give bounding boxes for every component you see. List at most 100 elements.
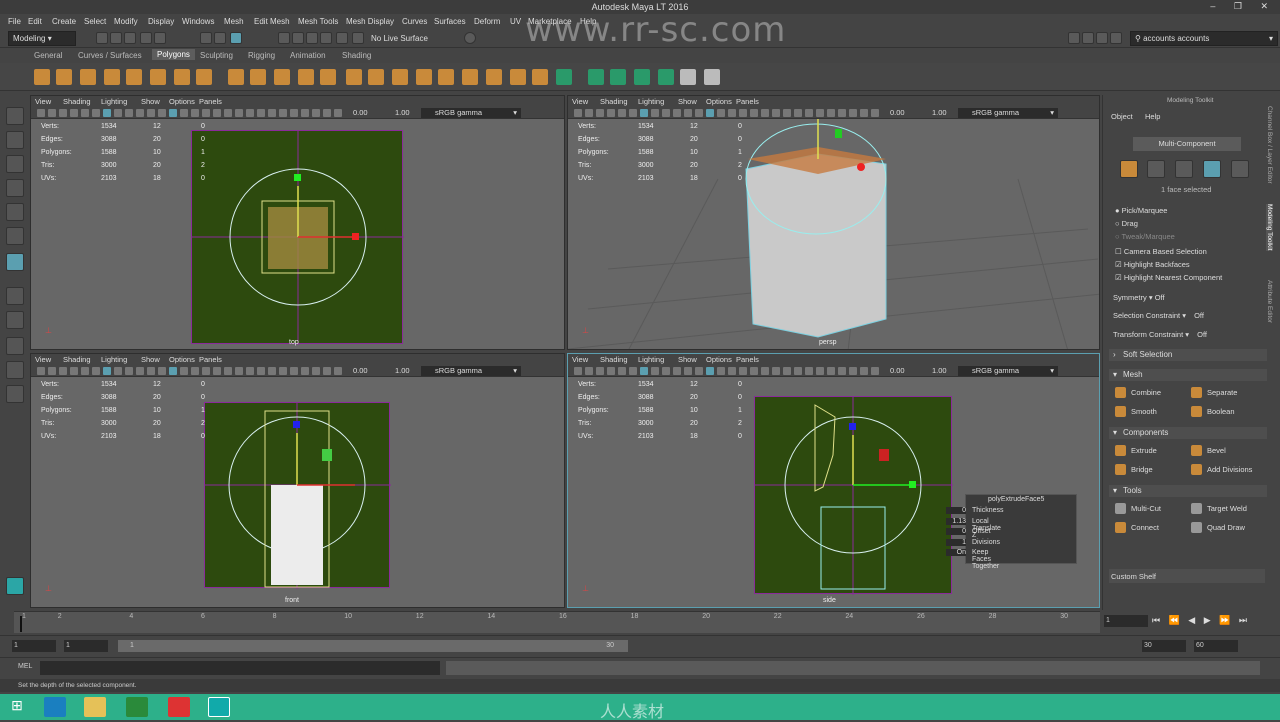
menu-set-dropdown[interactable]: Modeling ▾ xyxy=(8,31,76,46)
viewport-tool-24-icon[interactable] xyxy=(827,109,835,117)
vertex-mode-icon[interactable] xyxy=(1147,160,1165,178)
viewport-tool-26-icon[interactable] xyxy=(312,109,320,117)
shelf-tool-12-icon[interactable] xyxy=(298,69,314,85)
viewport-tool-25-icon[interactable] xyxy=(838,109,846,117)
shelf-tool-2-icon[interactable] xyxy=(56,69,72,85)
smooth-button[interactable]: Smooth xyxy=(1113,406,1157,417)
viewport-tool-17-icon[interactable] xyxy=(213,109,221,117)
viewport-menu-lighting[interactable]: Lighting xyxy=(101,97,127,106)
open-scene-icon[interactable] xyxy=(110,32,122,44)
shelf-tool-28-icon[interactable] xyxy=(680,69,696,85)
chrome-icon[interactable] xyxy=(168,697,190,717)
viewport-menu-shading[interactable]: Shading xyxy=(600,97,628,106)
viewport-menu-shading[interactable]: Shading xyxy=(63,355,91,364)
viewport-tool-10-icon[interactable] xyxy=(673,109,681,117)
viewport-persp[interactable]: View Shading Lighting Show Options Panels 0.0… xyxy=(567,95,1100,350)
viewport-menu-panels[interactable]: Panels xyxy=(199,97,222,106)
viewport-tool-12-icon[interactable] xyxy=(695,367,703,375)
viewport-tool-25-icon[interactable] xyxy=(838,367,846,375)
menu-item-surfaces[interactable]: Surfaces xyxy=(434,17,466,26)
end-time-field[interactable]: 60 xyxy=(1194,640,1238,652)
viewport-menu-panels[interactable]: Panels xyxy=(736,97,759,106)
viewport-menu-show[interactable]: Show xyxy=(141,355,160,364)
menu-item-curves[interactable]: Curves xyxy=(402,17,427,26)
viewport-tool-22-icon[interactable] xyxy=(805,109,813,117)
store-icon[interactable] xyxy=(126,697,148,717)
viewport-tool-3-icon[interactable] xyxy=(59,109,67,117)
viewport-menu-shading[interactable]: Shading xyxy=(63,97,91,106)
viewport-tool-8-icon[interactable] xyxy=(114,109,122,117)
shelf-tool-10-icon[interactable] xyxy=(250,69,266,85)
shelf-tool-29-icon[interactable] xyxy=(704,69,720,85)
viewport-tool-22-icon[interactable] xyxy=(268,109,276,117)
extrude-manipulator-icon[interactable] xyxy=(6,253,24,271)
viewport-tool-5-icon[interactable] xyxy=(618,367,626,375)
viewport-tool-16-icon[interactable] xyxy=(202,109,210,117)
shelf-tool-27-icon[interactable] xyxy=(658,69,674,85)
make-live-icon[interactable] xyxy=(352,32,364,44)
viewport-tool-11-icon[interactable] xyxy=(147,367,155,375)
viewport-menu-show[interactable]: Show xyxy=(141,97,160,106)
viewport-tool-1-icon[interactable] xyxy=(37,109,45,117)
color-space-dropdown[interactable]: sRGB gamma ▾ xyxy=(958,366,1058,376)
shelf-tool-23-icon[interactable] xyxy=(556,69,572,85)
viewport-tool-14-icon[interactable] xyxy=(180,109,188,117)
viewport-tool-18-icon[interactable] xyxy=(761,367,769,375)
viewport-tool-19-icon[interactable] xyxy=(772,367,780,375)
shelf-tab-shading[interactable]: Shading xyxy=(342,51,371,60)
shelf-tool-7-icon[interactable] xyxy=(174,69,190,85)
shelf-tool-17-icon[interactable] xyxy=(416,69,432,85)
viewport-tool-9-icon[interactable] xyxy=(662,109,670,117)
new-scene-icon[interactable] xyxy=(96,32,108,44)
shelf-tool-5-icon[interactable] xyxy=(126,69,142,85)
shelf-tool-4-icon[interactable] xyxy=(104,69,120,85)
viewport-tool-10-icon[interactable] xyxy=(136,109,144,117)
viewport-tool-8-icon[interactable] xyxy=(651,367,659,375)
outliner-layout-icon[interactable] xyxy=(6,385,24,403)
multi-component-button[interactable]: Multi-Component xyxy=(1133,137,1241,151)
separate-button[interactable]: Separate xyxy=(1189,387,1237,398)
viewport-tool-17-icon[interactable] xyxy=(750,367,758,375)
window-controls[interactable]: – ❐ ✕ xyxy=(1210,1,1276,12)
persp-graph-icon[interactable] xyxy=(6,361,24,379)
toolkit-menu-help[interactable]: Help xyxy=(1145,112,1160,121)
snap-surface-icon[interactable] xyxy=(336,32,348,44)
extrude-attr-value[interactable]: 1.13 xyxy=(946,517,966,525)
color-space-dropdown[interactable]: sRGB gamma ▾ xyxy=(958,108,1058,118)
extrude-attr-value[interactable]: 1 xyxy=(946,538,966,546)
viewport-tool-12-icon[interactable] xyxy=(158,109,166,117)
viewport-menu-shading[interactable]: Shading xyxy=(600,355,628,364)
bevel-button[interactable]: Bevel xyxy=(1189,445,1226,456)
viewport-tool-11-icon[interactable] xyxy=(684,109,692,117)
shelf-tool-15-icon[interactable] xyxy=(368,69,384,85)
layout-outliner-icon[interactable] xyxy=(1096,32,1108,44)
maya-taskbar-icon[interactable] xyxy=(208,697,230,717)
shelf-tab-animation[interactable]: Animation xyxy=(290,51,326,60)
viewport-menu-lighting[interactable]: Lighting xyxy=(638,97,664,106)
tab-attribute-editor[interactable]: Attribute Editor xyxy=(1266,280,1273,323)
viewport-tool-15-icon[interactable] xyxy=(191,109,199,117)
shelf-tab-general[interactable]: General xyxy=(34,51,62,60)
start-time-field[interactable]: 1 xyxy=(12,640,56,652)
viewport-tool-20-icon[interactable] xyxy=(246,109,254,117)
viewport-tool-23-icon[interactable] xyxy=(816,367,824,375)
extrude-attr-value[interactable]: 0 xyxy=(946,507,966,514)
shelf-tab-sculpting[interactable]: Sculpting xyxy=(200,51,233,60)
snap-plane-icon[interactable] xyxy=(320,32,332,44)
viewport-menu-view[interactable]: View xyxy=(572,97,588,106)
selection-constraint-row[interactable]: Selection Constraint ▾ Off xyxy=(1113,311,1204,320)
shelf-tool-20-icon[interactable] xyxy=(486,69,502,85)
viewport-tool-5-icon[interactable] xyxy=(81,367,89,375)
rotate-tool-icon[interactable] xyxy=(6,203,24,221)
color-space-dropdown[interactable]: sRGB gamma ▾ xyxy=(421,366,521,376)
viewport-tool-26-icon[interactable] xyxy=(849,109,857,117)
file-explorer-icon[interactable] xyxy=(84,697,106,717)
viewport-tool-18-icon[interactable] xyxy=(761,109,769,117)
viewport-tool-27-icon[interactable] xyxy=(860,367,868,375)
range-bar[interactable]: 1 30 xyxy=(118,640,628,652)
viewport-tool-19-icon[interactable] xyxy=(772,109,780,117)
shelf-tool-1-icon[interactable] xyxy=(34,69,50,85)
shelf-tool-26-icon[interactable] xyxy=(634,69,650,85)
viewport-menu-panels[interactable]: Panels xyxy=(199,355,222,364)
menu-item-modify[interactable]: Modify xyxy=(114,17,138,26)
